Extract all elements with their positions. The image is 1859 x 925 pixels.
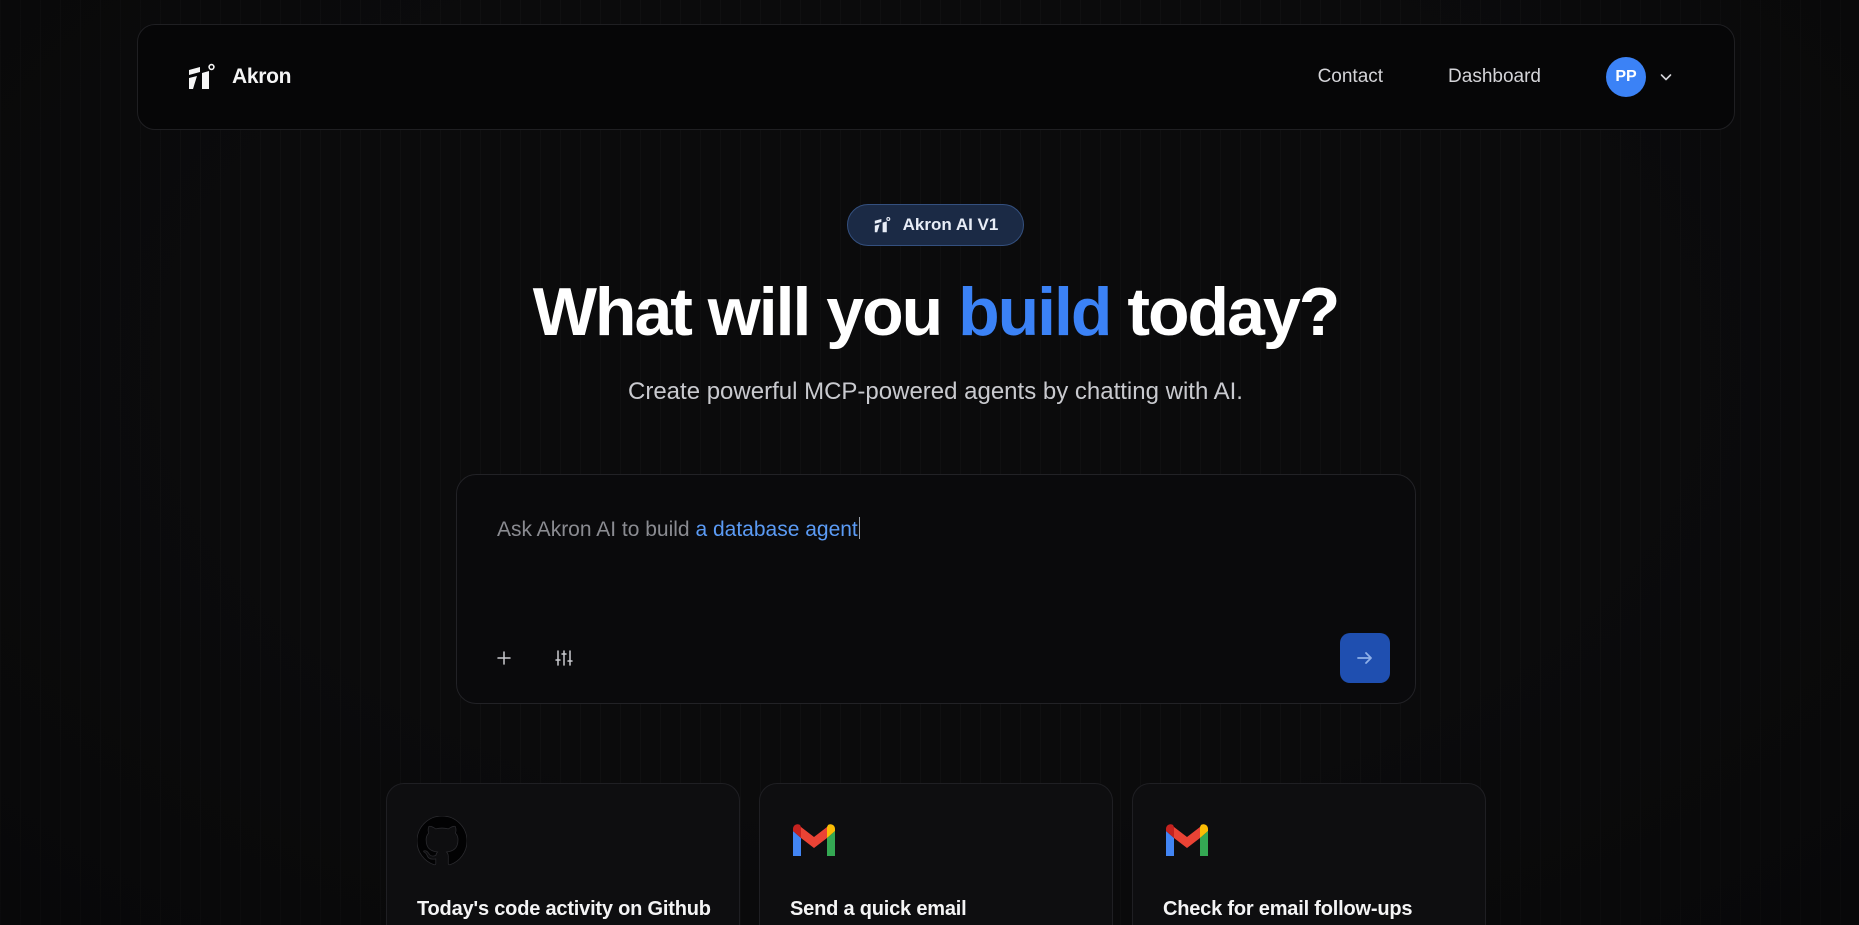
- prompt-placeholder: Ask Akron AI to build: [497, 518, 696, 541]
- version-badge: Akron AI V1: [847, 204, 1024, 246]
- send-button[interactable]: [1340, 633, 1390, 683]
- arrow-right-icon: [1357, 652, 1372, 664]
- prompt-typed-text: a database agent: [695, 518, 858, 541]
- suggestion-card-email-followups[interactable]: Check for email follow-ups: [1132, 783, 1486, 925]
- plus-icon: [497, 651, 511, 665]
- chevron-down-icon: [1660, 74, 1672, 81]
- version-badge-label: Akron AI V1: [902, 215, 999, 234]
- gmail-icon: [790, 816, 840, 866]
- nav-link-contact[interactable]: Contact: [1318, 66, 1383, 88]
- text-caret: [858, 517, 860, 539]
- page-subtitle: Create powerful MCP-powered agents by ch…: [628, 378, 1243, 405]
- card-title: Today's code activity on Github: [417, 898, 711, 920]
- top-navbar: Akron Contact Dashboard PP: [137, 24, 1735, 130]
- brand-name: Akron: [232, 65, 292, 88]
- brand-logo-link[interactable]: Akron: [186, 62, 291, 92]
- user-menu-toggle[interactable]: PP: [1606, 57, 1674, 97]
- avatar: PP: [1606, 57, 1646, 97]
- nav-link-dashboard[interactable]: Dashboard: [1448, 66, 1541, 88]
- prompt-input[interactable]: Ask Akron AI to build a database agent: [497, 517, 860, 542]
- suggestion-card-github[interactable]: Today's code activity on Github: [386, 783, 740, 925]
- card-title: Send a quick email: [790, 898, 967, 920]
- page-title: What will you build today?: [0, 270, 1859, 354]
- nav-links: Contact Dashboard PP: [1318, 57, 1674, 97]
- title-before: What will you: [532, 274, 959, 350]
- gmail-icon: [1163, 816, 1213, 866]
- akron-logo-icon: [873, 216, 891, 234]
- card-title: Check for email follow-ups: [1163, 898, 1413, 920]
- github-icon: [417, 816, 467, 866]
- suggestion-card-send-email[interactable]: Send a quick email: [759, 783, 1113, 925]
- title-accent: build: [958, 274, 1112, 350]
- sliders-icon: [555, 650, 573, 666]
- akron-logo-icon: [186, 62, 216, 92]
- prompt-input-box[interactable]: Ask Akron AI to build a database agent: [456, 474, 1416, 704]
- add-attachment-button[interactable]: [490, 644, 518, 672]
- title-after: today?: [1110, 274, 1340, 350]
- settings-sliders-button[interactable]: [550, 644, 578, 672]
